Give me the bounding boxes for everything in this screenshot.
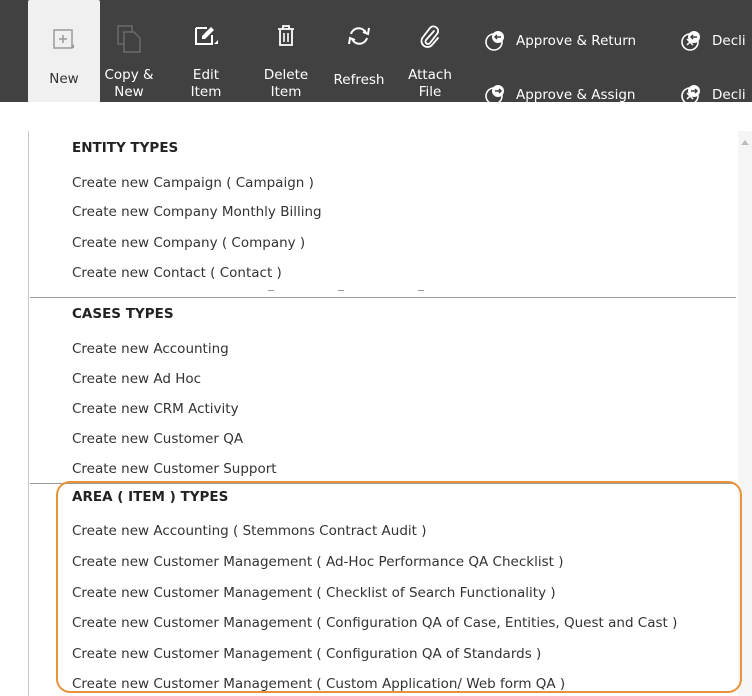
- refresh-icon: [346, 24, 372, 53]
- approve-return-icon: [484, 30, 506, 52]
- decline-return-label: Decli: [712, 33, 746, 49]
- group-divider: [30, 297, 736, 298]
- approve-assign-icon: [484, 84, 506, 102]
- decline-assign-button[interactable]: Decli: [680, 80, 746, 102]
- menu-item-create-customer-qa[interactable]: Create new Customer QA: [72, 431, 243, 447]
- approve-and-assign-button[interactable]: Approve & Assign: [484, 80, 635, 102]
- copy-label-line2: New: [114, 84, 144, 100]
- edit-item-label: Edit Item: [186, 67, 226, 101]
- paperclip-icon: [419, 24, 441, 55]
- refresh-button[interactable]: Refresh: [330, 0, 388, 102]
- menu-item-create-campaign[interactable]: Create new Campaign ( Campaign ): [72, 175, 314, 191]
- menu-item-create-company-monthly-billing[interactable]: Create new Company Monthly Billing: [72, 204, 322, 220]
- refresh-label: Refresh: [333, 72, 385, 88]
- delete-label-line2: Item: [270, 84, 302, 100]
- copy-and-new-label: Copy & New: [104, 67, 154, 101]
- decline-assign-label: Decli: [712, 87, 746, 102]
- menu-item-create-company[interactable]: Create new Company ( Company ): [72, 235, 305, 251]
- attach-label-line1: Attach: [408, 67, 452, 83]
- new-label: New: [49, 71, 79, 87]
- copy-icon: [116, 24, 142, 59]
- approve-return-label: Approve & Return: [516, 33, 637, 49]
- attach-file-label: Attach File: [404, 67, 456, 101]
- menu-item-create-contact[interactable]: Create new Contact ( Contact ): [72, 265, 282, 281]
- group-title-entity-types: ENTITY TYPES: [72, 140, 179, 156]
- delete-item-label: Delete Item: [258, 67, 314, 101]
- delete-item-button[interactable]: Delete Item: [258, 0, 314, 102]
- ribbon-toolbar: New Copy & New Edit Item Delete Item Ref…: [0, 0, 752, 102]
- menu-item-create-customer-support[interactable]: Create new Customer Support: [72, 461, 277, 477]
- trash-icon: [276, 24, 296, 53]
- copy-and-new-button[interactable]: Copy & New: [104, 0, 154, 102]
- new-icon: [52, 28, 76, 57]
- menu-item-create-accounting[interactable]: Create new Accounting: [72, 341, 229, 357]
- attach-file-button[interactable]: Attach File: [404, 0, 456, 102]
- menu-item-create-crm-activity[interactable]: Create new CRM Activity: [72, 401, 239, 417]
- menu-item-create-ad-hoc[interactable]: Create new Ad Hoc: [72, 371, 201, 387]
- scroll-up-arrow-icon[interactable]: [741, 140, 749, 145]
- edit-label-line2: Item: [190, 84, 222, 100]
- new-button[interactable]: New: [28, 0, 100, 102]
- decline-return-icon: [680, 30, 702, 52]
- group-title-cases-types: CASES TYPES: [72, 306, 174, 322]
- approve-and-return-button[interactable]: Approve & Return: [484, 26, 636, 56]
- clipped-text-fragment: [268, 290, 274, 291]
- clipped-text-fragment: [338, 290, 344, 291]
- edit-label-line1: Edit: [192, 67, 220, 83]
- delete-label-line1: Delete: [263, 67, 309, 83]
- edit-icon: [193, 24, 219, 53]
- highlight-annotation: [56, 481, 742, 693]
- clipped-text-fragment: [418, 290, 424, 291]
- attach-label-line2: File: [418, 84, 442, 100]
- copy-label-line1: Copy &: [104, 67, 154, 83]
- edit-item-button[interactable]: Edit Item: [186, 0, 226, 102]
- decline-assign-icon: [680, 84, 702, 102]
- decline-return-button[interactable]: Decli: [680, 26, 746, 56]
- approve-assign-label: Approve & Assign: [516, 87, 636, 102]
